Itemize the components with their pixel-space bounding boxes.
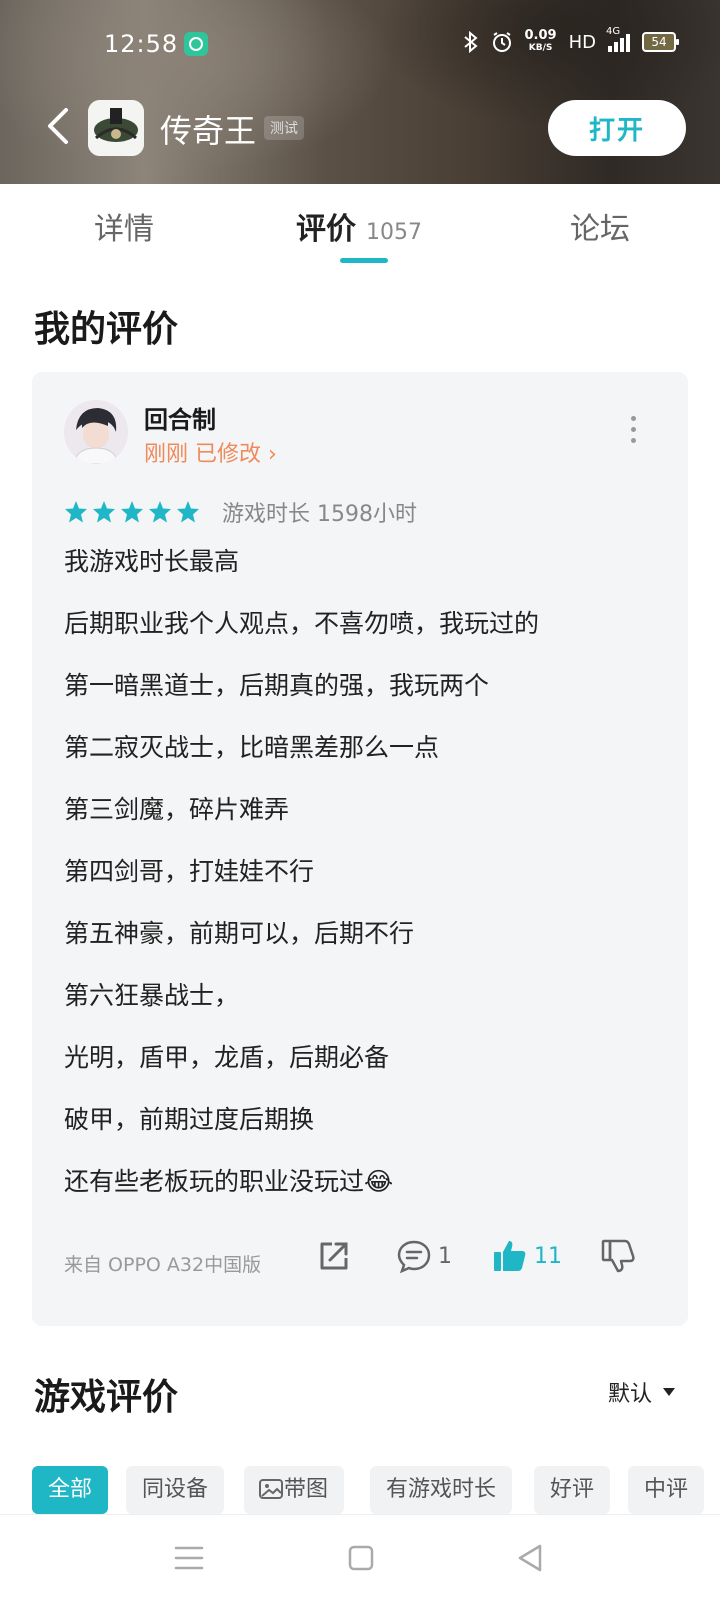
sort-label: 默认 [608,1382,653,1407]
filter-has-playtime-label: 有游戏时长 [386,1477,497,1502]
review-line: 第六狂暴战士， [64,981,240,1010]
like-button[interactable]: 11 [492,1238,562,1274]
rating-stars [64,500,200,524]
filter-all[interactable]: 全部 [32,1466,109,1514]
device-source: 来自 OPPO A32中国版 [64,1254,262,1276]
comment-count: 1 [438,1243,452,1269]
share-button[interactable] [316,1238,352,1274]
filter-with-image-label: 带图 [284,1477,329,1502]
tab-reviews-label: 评价 [296,212,356,247]
username[interactable]: 回合制 [144,400,216,435]
filter-has-playtime[interactable]: 有游戏时长 [370,1466,513,1514]
net-speed-unit: KB/S [528,43,553,53]
tab-details-label: 详情 [94,212,154,247]
filter-positive[interactable]: 好评 [534,1466,611,1514]
status-icons: 0.09 KB/S HD 4G 54 [463,26,679,54]
status-time: 12:58 [104,30,179,58]
battery-icon: 54 [642,32,679,52]
review-line: 还有些老板玩的职业没玩过😂 [64,1167,394,1196]
review-line: 破甲，前期过度后期换 [64,1105,315,1134]
review-line: 第五神豪，前期可以，后期不行 [64,919,415,948]
hd-indicator: HD [568,31,596,53]
review-line: 光明，盾甲，龙盾，后期必备 [64,1043,390,1072]
star-icon [177,501,199,523]
thumbs-down-icon [601,1239,635,1273]
star-icon [65,501,87,523]
tab-forum-label: 论坛 [570,212,630,247]
status-bar: 12:58 0.09 KB/S HD 4G 54 [0,0,720,88]
user-avatar-image [64,400,128,464]
sort-dropdown[interactable]: 默认 [608,1376,676,1408]
app-name: 传奇王 [160,112,257,150]
comment-icon [397,1240,431,1274]
back-triangle-icon[interactable] [514,1541,548,1575]
review-line: 我游戏时长最高 [64,547,240,576]
game-reviews-title: 游戏评价 [34,1377,179,1418]
filter-all-label: 全部 [48,1477,93,1502]
filter-neutral[interactable]: 中评 [628,1466,705,1514]
my-review-card: 回合制 刚刚 已修改 › 游戏时长 1598小时 我游戏时长最高后期职业我个人观… [32,372,688,1326]
like-count: 11 [534,1243,562,1269]
tab-forum[interactable]: 论坛 [570,204,630,248]
tab-reviews[interactable]: 评价 1057 [296,204,422,248]
review-line: 第一暗黑道士，后期真的强，我玩两个 [64,671,490,700]
review-count: 1057 [366,220,422,245]
back-arrow-icon[interactable] [42,104,82,148]
star-icon [149,501,171,523]
active-tab-indicator [340,258,388,263]
my-review-title: 我的评价 [34,309,179,350]
star-icon [93,501,115,523]
review-line: 后期职业我个人观点，不喜勿喷，我玩过的 [64,609,540,638]
image-icon [259,1479,283,1499]
avatar[interactable] [64,400,128,464]
notification-app-icon [184,32,208,56]
menu-icon[interactable] [172,1541,206,1575]
system-nav-bar [0,1514,720,1601]
review-line: 第二寂灭战士，比暗黑差那么一点 [64,733,440,762]
game-logo-icon [88,100,144,156]
filter-same-device-label: 同设备 [142,1477,209,1502]
beta-badge: 测试 [264,116,304,140]
more-options-icon[interactable] [628,416,638,446]
cellular-signal: 4G [606,26,630,52]
net-speed: 0.09 KB/S [524,28,557,54]
network-type: 4G [606,26,621,37]
app-header: 12:58 0.09 KB/S HD 4G 54 传奇王 测试 打开 [0,0,720,184]
open-button[interactable]: 打开 [548,100,686,156]
review-text: 我游戏时长最高后期职业我个人观点，不喜勿喷，我玩过的 第一暗黑道士，后期真的强，我… [64,544,664,1226]
review-line: 第三剑魔，碎片难弄 [64,795,290,824]
filter-same-device[interactable]: 同设备 [126,1466,225,1514]
playtime: 游戏时长 1598小时 [222,502,417,527]
caret-down-icon [663,1388,676,1396]
home-square-icon[interactable] [344,1541,378,1575]
filter-neutral-label: 中评 [644,1477,689,1502]
edited-status[interactable]: 刚刚 已修改 › [144,436,277,468]
net-speed-value: 0.09 [524,28,557,43]
tab-details[interactable]: 详情 [94,204,154,248]
bluetooth-icon [463,31,478,53]
game-app-icon[interactable] [88,100,144,156]
thumbs-up-icon [494,1241,526,1271]
tab-bar: 详情 评价 1057 论坛 [0,184,720,268]
filter-chips: 全部 同设备 带图 有游戏时长 好评 中评 [32,1466,720,1514]
dislike-button[interactable] [600,1238,636,1274]
comment-button[interactable]: 1 [396,1238,452,1274]
share-icon [320,1242,348,1270]
filter-with-image[interactable]: 带图 [244,1466,345,1514]
alarm-icon [492,32,511,52]
review-line: 第四剑哥，打娃娃不行 [64,857,315,886]
filter-positive-label: 好评 [550,1477,595,1502]
star-icon [121,501,143,523]
